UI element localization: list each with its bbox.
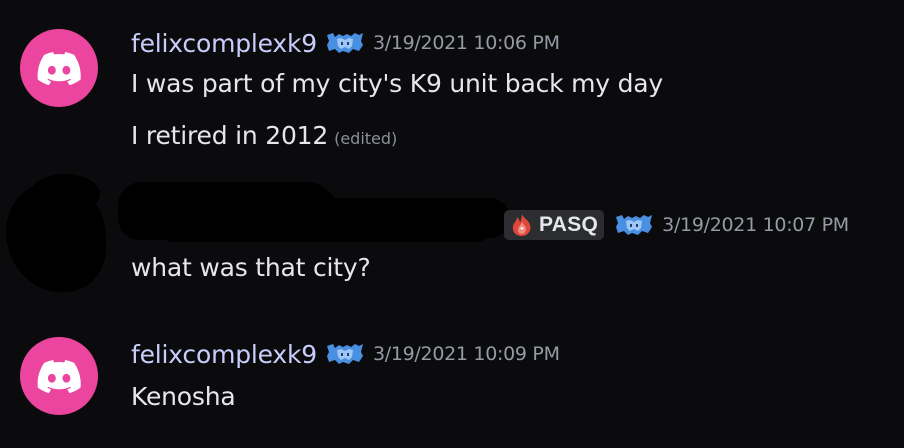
message-line: I retired in 2012: [131, 121, 329, 150]
avatar[interactable]: [20, 29, 98, 107]
role-tag[interactable]: PASQ: [504, 210, 605, 240]
username[interactable]: felixcomplexk9: [131, 29, 317, 58]
timestamp[interactable]: 3/19/2021 10:07 PM: [662, 214, 849, 236]
message-header: felixcomplexk9 3/19/2021 10:09 PM: [131, 337, 560, 371]
message-3: felixcomplexk9 3/19/2021 10:09 PM Kenosh…: [0, 310, 904, 448]
clan-badge-icon[interactable]: [614, 213, 654, 237]
flame-icon: [509, 213, 535, 237]
clan-badge-icon[interactable]: [325, 342, 365, 366]
redacted-username: [160, 216, 490, 242]
avatar[interactable]: [20, 337, 98, 415]
message-text: I was part of my city's K9 unit back my …: [131, 69, 664, 98]
message-text: what was that city?: [131, 253, 371, 282]
timestamp[interactable]: 3/19/2021 10:09 PM: [373, 343, 560, 365]
message-header: PASQ 3/19/2021 10:07 PM: [504, 208, 849, 242]
message-header: felixcomplexk9 3/19/2021 10:06 PM: [131, 26, 560, 60]
timestamp[interactable]: 3/19/2021 10:06 PM: [373, 32, 560, 54]
username[interactable]: felixcomplexk9: [131, 340, 317, 369]
discord-logo-icon: [37, 52, 81, 85]
clan-badge-icon[interactable]: [325, 31, 365, 55]
message-text: I retired in 2012 (edited): [131, 121, 397, 150]
message-1: felixcomplexk9 3/19/2021 10:06 PM I was …: [0, 0, 904, 170]
role-tag-label: PASQ: [539, 213, 599, 236]
edited-label: (edited): [334, 129, 398, 148]
message-text: Kenosha: [131, 382, 236, 411]
message-2: PASQ 3/19/2021 10:07 PM what was that ci…: [0, 170, 904, 310]
discord-logo-icon: [37, 360, 81, 393]
redacted-avatar: [30, 174, 100, 214]
